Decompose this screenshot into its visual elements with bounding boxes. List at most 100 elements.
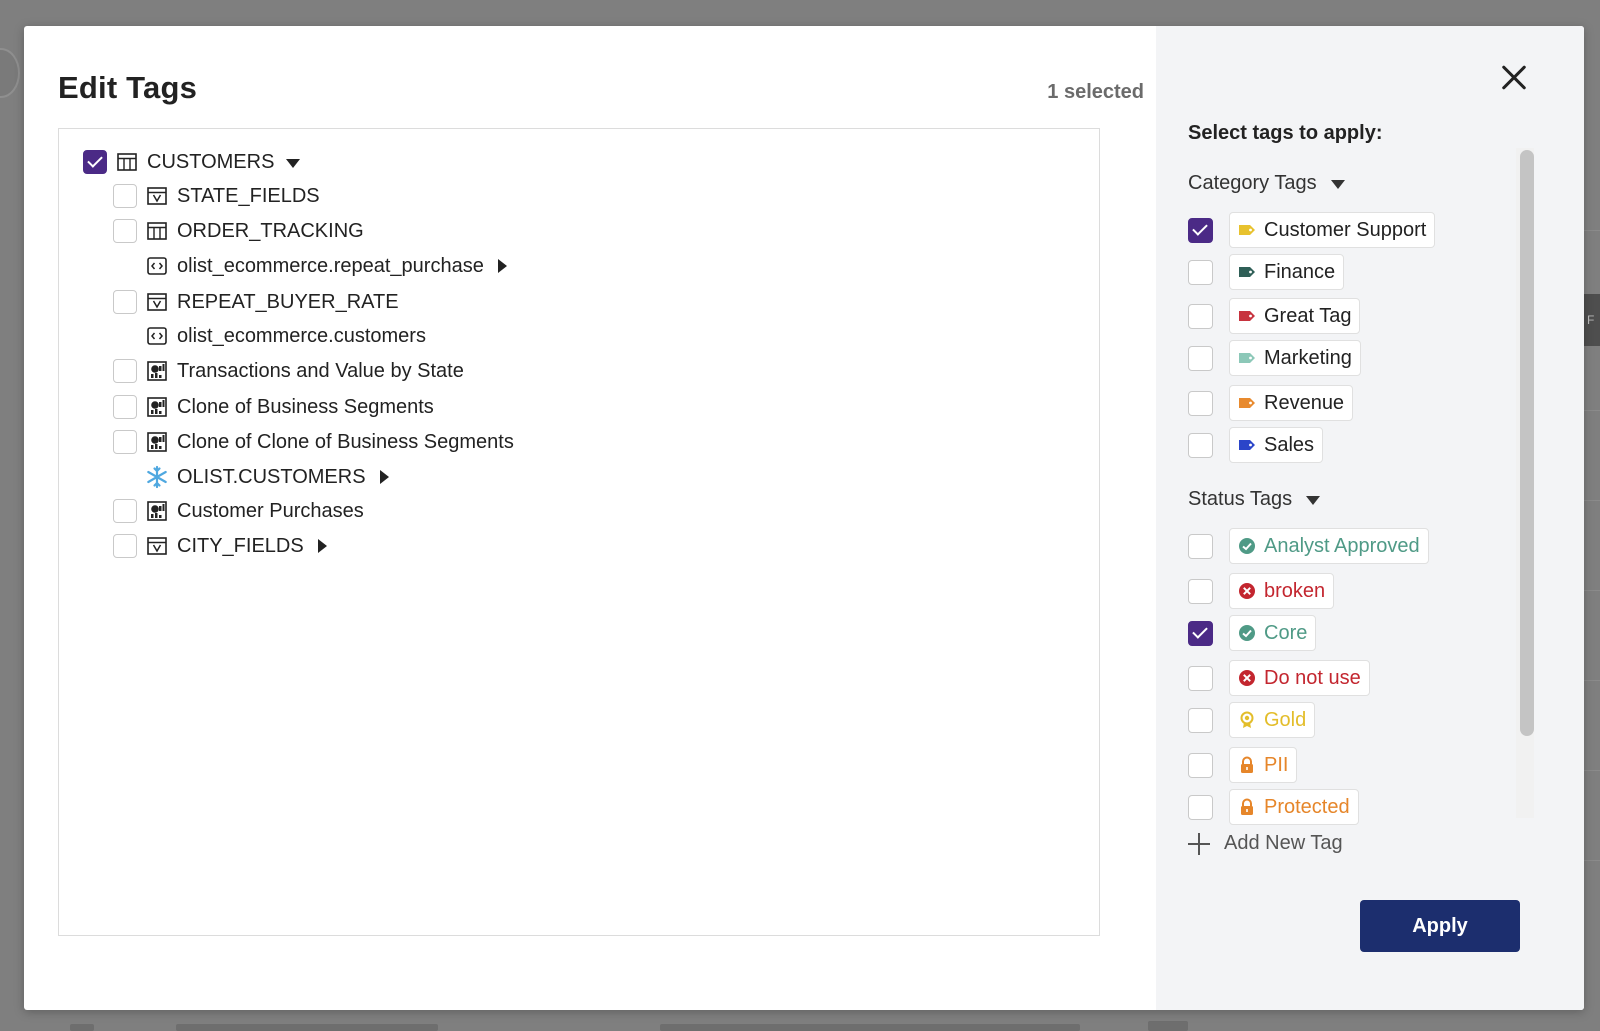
tag-label: Analyst Approved	[1264, 534, 1420, 557]
view-icon	[145, 534, 169, 558]
edit-tags-modal: Edit Tags 1 selected CUSTOMERS STATE_FIE…	[24, 26, 1584, 1010]
tree-item-customers-model[interactable]: olist_ecommerce.customers	[113, 321, 426, 351]
tag-row-great-tag[interactable]: Great Tag	[1188, 297, 1361, 335]
tag-row-marketing[interactable]: Marketing	[1188, 339, 1361, 377]
add-new-tag-label: Add New Tag	[1224, 832, 1343, 854]
tree-checkbox-state-fields[interactable]	[113, 184, 137, 208]
tree-item-city-fields[interactable]: CITY_FIELDS	[113, 531, 327, 561]
tag-pill: Analyst Approved	[1229, 528, 1429, 564]
tag-checkbox-do-not-use[interactable]	[1188, 665, 1213, 691]
tree-item-order-tracking[interactable]: ORDER_TRACKING	[113, 216, 364, 246]
tag-row-analyst-approved[interactable]: Analyst Approved	[1188, 527, 1429, 565]
check-circle-icon	[1239, 625, 1255, 641]
tree-item-label: CITY_FIELDS	[177, 534, 304, 557]
tag-row-pii[interactable]: PII	[1188, 746, 1298, 784]
tag-checkbox-customer-support[interactable]	[1188, 217, 1213, 243]
tag-checkbox-sales[interactable]	[1188, 432, 1213, 458]
dashboard-icon	[145, 395, 169, 419]
tags-scroll-area: Category Tags Customer Support Finance G…	[1156, 166, 1584, 828]
tag-icon	[1238, 352, 1256, 364]
backdrop-edge	[0, 48, 20, 98]
tree-item-customers[interactable]: CUSTOMERS	[83, 147, 301, 177]
apply-button[interactable]: Apply	[1360, 900, 1520, 952]
tag-row-sales[interactable]: Sales	[1188, 426, 1324, 464]
tag-pill: Customer Support	[1229, 212, 1436, 248]
dashboard-icon	[145, 430, 169, 454]
tag-checkbox-broken[interactable]	[1188, 578, 1213, 604]
view-icon	[145, 290, 169, 314]
tag-row-revenue[interactable]: Revenue	[1188, 384, 1354, 422]
category-tags-toggle[interactable]: Category Tags	[1188, 172, 1345, 195]
tree-checkbox-transactions-value[interactable]	[113, 359, 137, 383]
tag-pill: Revenue	[1229, 385, 1354, 421]
tree-item-olist-customers[interactable]: OLIST.CUSTOMERS	[113, 462, 389, 492]
tag-checkbox-marketing[interactable]	[1188, 345, 1213, 371]
check-circle-icon	[1239, 538, 1255, 554]
tree-item-label: Transactions and Value by State	[177, 359, 464, 382]
tag-row-customer-support[interactable]: Customer Support	[1188, 211, 1436, 249]
tags-panel: Select tags to apply: Category Tags Cust…	[1156, 26, 1584, 1010]
tag-checkbox-great-tag[interactable]	[1188, 303, 1213, 329]
tag-row-core[interactable]: Core	[1188, 614, 1317, 652]
tag-pill: Protected	[1229, 789, 1359, 825]
tag-pill: broken	[1229, 573, 1335, 609]
close-button[interactable]	[1500, 64, 1528, 92]
tag-checkbox-gold[interactable]	[1188, 707, 1213, 733]
tree-checkbox-city-fields[interactable]	[113, 534, 137, 558]
tree-item-clone-clone-business-segments[interactable]: Clone of Clone of Business Segments	[113, 427, 514, 457]
view-icon	[145, 184, 169, 208]
tag-row-broken[interactable]: broken	[1188, 572, 1335, 610]
status-tags-toggle[interactable]: Status Tags	[1188, 488, 1321, 511]
tree-checkbox-order-tracking[interactable]	[113, 219, 137, 243]
tree-checkbox-customers[interactable]	[83, 150, 107, 174]
tag-row-protected[interactable]: Protected	[1188, 788, 1359, 826]
tag-checkbox-protected[interactable]	[1188, 794, 1213, 820]
selected-count: 1 selected	[1047, 81, 1144, 103]
tree-item-label: CUSTOMERS	[147, 150, 275, 173]
add-new-tag-button[interactable]: Add New Tag	[1188, 832, 1343, 855]
tag-label: Marketing	[1264, 346, 1352, 369]
tree-checkbox-repeat-buyer-rate[interactable]	[113, 290, 137, 314]
tag-pill: Core	[1229, 615, 1317, 651]
x-circle-icon	[1239, 670, 1255, 686]
code-icon	[145, 254, 169, 278]
chevron-right-icon[interactable]	[379, 470, 389, 484]
tag-checkbox-revenue[interactable]	[1188, 390, 1213, 416]
asset-tree: CUSTOMERS STATE_FIELDS ORDER_TRACKING ol…	[58, 128, 1100, 936]
tree-item-label: ORDER_TRACKING	[177, 219, 364, 242]
assets-pane: Edit Tags 1 selected CUSTOMERS STATE_FIE…	[24, 26, 1156, 1010]
award-icon	[1240, 711, 1254, 728]
tag-label: Protected	[1264, 795, 1350, 818]
tag-checkbox-pii[interactable]	[1188, 752, 1213, 778]
plus-icon	[1188, 832, 1210, 855]
tag-pill: Do not use	[1229, 660, 1370, 696]
tree-item-clone-business-segments[interactable]: Clone of Business Segments	[113, 392, 434, 422]
tag-icon	[1238, 266, 1256, 278]
chevron-right-icon[interactable]	[317, 539, 327, 553]
tree-item-state-fields[interactable]: STATE_FIELDS	[113, 181, 320, 211]
chevron-down-icon	[1330, 180, 1345, 189]
chevron-down-icon[interactable]	[286, 158, 301, 168]
tree-item-repeat-purchase-model[interactable]: olist_ecommerce.repeat_purchase	[113, 251, 507, 281]
code-icon	[145, 324, 169, 348]
chevron-right-icon[interactable]	[497, 259, 507, 273]
tag-row-gold[interactable]: Gold	[1188, 701, 1316, 739]
tag-checkbox-finance[interactable]	[1188, 259, 1213, 285]
tag-row-do-not-use[interactable]: Do not use	[1188, 659, 1370, 697]
chevron-down-icon	[1306, 496, 1321, 505]
dashboard-icon	[145, 499, 169, 523]
tree-item-repeat-buyer-rate[interactable]: REPEAT_BUYER_RATE	[113, 287, 399, 317]
tree-checkbox-clone-clone-business-segments[interactable]	[113, 430, 137, 454]
tree-item-transactions-value[interactable]: Transactions and Value by State	[113, 356, 464, 386]
tag-checkbox-core[interactable]	[1188, 620, 1213, 646]
tree-item-label: REPEAT_BUYER_RATE	[177, 290, 399, 313]
tree-item-customer-purchases[interactable]: Customer Purchases	[113, 496, 364, 526]
tree-checkbox-customer-purchases[interactable]	[113, 499, 137, 523]
tag-checkbox-analyst-approved[interactable]	[1188, 533, 1213, 559]
tree-checkbox-clone-business-segments[interactable]	[113, 395, 137, 419]
x-circle-icon	[1239, 583, 1255, 599]
tag-icon	[1238, 439, 1256, 451]
tree-item-label: STATE_FIELDS	[177, 184, 320, 207]
tree-item-label: olist_ecommerce.repeat_purchase	[177, 254, 484, 277]
tag-row-finance[interactable]: Finance	[1188, 253, 1345, 291]
